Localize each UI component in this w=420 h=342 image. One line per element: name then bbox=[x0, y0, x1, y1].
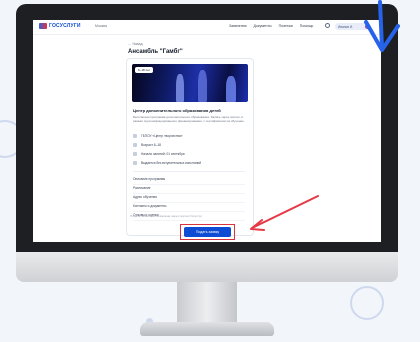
arrow-down-icon bbox=[364, 0, 400, 52]
